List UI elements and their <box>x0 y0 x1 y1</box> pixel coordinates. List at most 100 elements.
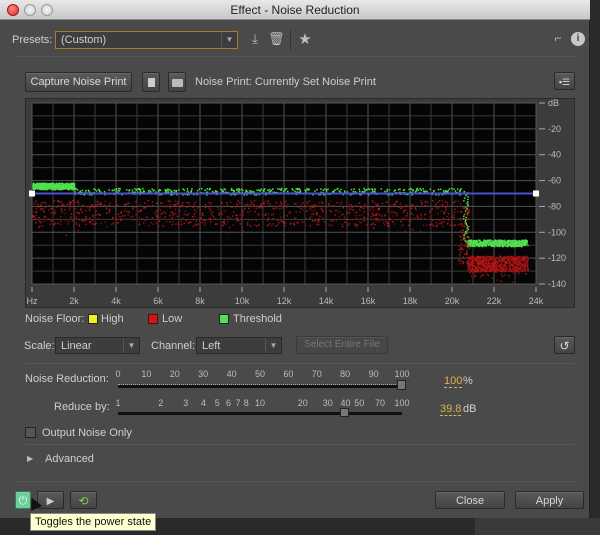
low-noise-point <box>46 218 48 221</box>
low-noise-point <box>284 204 287 207</box>
low-noise-point <box>176 201 179 203</box>
low-noise-point <box>309 206 312 209</box>
low-noise-point <box>144 202 146 204</box>
low-noise-point <box>526 260 529 262</box>
threshold-point <box>281 187 283 190</box>
graph-menu-button[interactable]: ▪☰ <box>554 72 575 90</box>
threshold-point <box>119 188 121 190</box>
low-noise-point <box>228 226 231 228</box>
low-noise-point <box>49 223 52 225</box>
save-noise-print-button[interactable] <box>142 72 160 92</box>
info-icon[interactable]: i <box>571 32 585 46</box>
threshold-point <box>504 242 507 245</box>
low-noise-point <box>527 269 529 271</box>
low-noise-point <box>517 271 519 273</box>
low-noise-point <box>309 218 311 220</box>
reset-graph-button[interactable]: ↺ <box>554 336 575 354</box>
low-noise-point <box>488 257 490 259</box>
noise-profile-graph[interactable]: Hz 2k 4k 6k 8k 10k 12k 14k 16k 18k 20k 22k 24k dB -20 -… <box>26 98 576 309</box>
low-noise-point <box>363 216 365 218</box>
low-noise-point <box>68 201 70 203</box>
threshold-point <box>515 242 517 245</box>
low-noise-point <box>53 224 55 226</box>
low-noise-point <box>88 218 90 220</box>
low-noise-point <box>193 203 196 205</box>
low-noise-point <box>445 209 447 211</box>
low-noise-point <box>269 223 271 225</box>
low-noise-point <box>100 222 102 224</box>
low-swatch <box>148 314 158 324</box>
channel-select[interactable]: Left ▼ <box>196 337 282 354</box>
threshold-point <box>490 243 492 246</box>
reduce-by-slider-thumb[interactable] <box>340 408 350 417</box>
low-noise-point <box>312 206 314 209</box>
low-noise-point <box>451 223 453 226</box>
low-noise-point <box>164 212 166 214</box>
low-noise-point <box>429 224 432 226</box>
presets-select[interactable]: (Custom) ▼ <box>55 31 238 49</box>
output-noise-only-checkbox[interactable] <box>25 427 36 438</box>
low-noise-point <box>522 256 525 259</box>
low-noise-point <box>42 210 45 212</box>
low-noise-point <box>483 258 485 261</box>
capture-noise-print-button[interactable]: Capture Noise Print <box>25 72 132 92</box>
low-noise-point <box>138 210 140 213</box>
low-noise-point <box>272 223 274 225</box>
low-noise-point <box>412 205 415 207</box>
threshold-point <box>76 189 79 191</box>
scale-select[interactable]: Linear ▼ <box>55 337 140 354</box>
select-entire-file-button[interactable]: Select Entire File <box>296 336 388 354</box>
expand-triangle-icon[interactable]: ▶ <box>27 454 33 463</box>
low-noise-point <box>489 262 491 265</box>
low-noise-point <box>439 219 441 221</box>
threshold-point <box>511 241 514 244</box>
low-noise-point <box>381 219 384 221</box>
low-noise-point <box>82 204 84 206</box>
low-noise-point <box>372 221 375 223</box>
low-noise-point <box>446 202 449 204</box>
load-noise-print-button[interactable] <box>168 72 186 92</box>
low-noise-point <box>482 274 484 276</box>
low-noise-point <box>93 223 96 225</box>
routing-icon[interactable]: ⌐ <box>550 31 566 45</box>
trash-icon[interactable]: 🗑 <box>268 31 285 47</box>
threshold-point <box>433 189 435 192</box>
low-noise-point <box>73 205 75 207</box>
low-noise-point <box>485 270 488 273</box>
threshold-point <box>488 239 490 241</box>
apply-button[interactable]: Apply <box>515 491 584 509</box>
threshold-point <box>338 190 340 192</box>
low-noise-point <box>414 207 417 210</box>
noise-reduction-slider-thumb[interactable] <box>397 380 406 390</box>
reduce-by-value[interactable]: 39.8 <box>440 403 462 416</box>
close-button[interactable]: Close <box>435 491 505 509</box>
low-noise-point <box>192 206 194 209</box>
favorite-star-icon[interactable]: ★ <box>297 30 313 48</box>
save-preset-icon[interactable]: ⤓ <box>247 31 263 47</box>
low-noise-point <box>90 204 92 206</box>
noise-reduction-track[interactable] <box>118 385 402 388</box>
low-noise-point <box>226 202 228 204</box>
low-noise-point <box>275 205 277 208</box>
low-noise-point <box>467 218 470 221</box>
low-noise-point <box>169 200 171 203</box>
threshold-point <box>480 241 483 244</box>
loop-button[interactable]: ⟲ <box>70 491 97 509</box>
threshold-point <box>386 190 388 193</box>
low-noise-point <box>290 223 292 225</box>
low-noise-point <box>216 206 219 208</box>
low-noise-point <box>48 209 50 211</box>
low-noise-point <box>61 210 63 212</box>
low-noise-point <box>284 201 286 204</box>
noise-reduction-value[interactable]: 100 <box>444 375 463 388</box>
low-noise-point <box>222 224 224 227</box>
low-noise-point <box>238 219 240 222</box>
low-noise-point <box>375 217 377 220</box>
low-noise-point <box>466 253 468 255</box>
noise-reduction-tick-label: 10 <box>141 369 152 379</box>
threshold-point <box>507 241 509 244</box>
threshold-point <box>467 201 469 203</box>
advanced-toggle[interactable]: Advanced <box>45 453 94 465</box>
low-noise-point <box>404 205 406 208</box>
reduce-by-track[interactable] <box>118 412 402 415</box>
